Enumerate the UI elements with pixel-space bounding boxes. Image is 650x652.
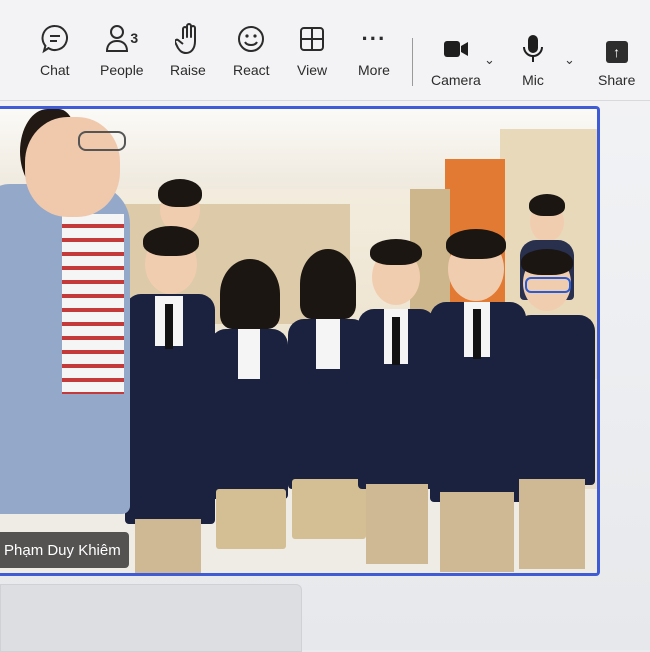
microphone-icon <box>522 32 544 66</box>
view-button[interactable]: View <box>297 22 327 78</box>
camera-options-chevron-icon[interactable]: ⌄ <box>484 52 495 68</box>
people-label: People <box>100 62 144 78</box>
camera-button[interactable]: Camera <box>431 32 481 88</box>
people-button[interactable]: 3 People <box>100 22 144 78</box>
toolbar-divider <box>412 38 413 86</box>
more-label: More <box>358 62 390 78</box>
participant-video-tile[interactable] <box>0 106 600 576</box>
share-label: Share <box>598 72 636 88</box>
meeting-toolbar: Chat 3 People Raise React View ··· More … <box>0 0 650 101</box>
meeting-window: Chat 3 People Raise React View ··· More … <box>0 0 650 652</box>
more-button[interactable]: ··· More <box>358 22 390 78</box>
mic-button[interactable]: Mic <box>522 32 544 88</box>
react-button[interactable]: React <box>233 22 270 78</box>
view-label: View <box>297 62 328 78</box>
raise-label: Raise <box>170 62 206 78</box>
chat-bubble-icon <box>41 22 69 56</box>
camera-label: Camera <box>431 72 481 88</box>
mic-label: Mic <box>522 72 544 88</box>
people-count-badge: 3 <box>130 30 139 46</box>
chat-label: Chat <box>40 62 70 78</box>
raise-hand-button[interactable]: Raise <box>170 22 206 78</box>
people-icon <box>105 23 129 56</box>
ellipsis-icon: ··· <box>361 26 387 51</box>
camera-icon <box>443 32 469 66</box>
secondary-panel <box>0 584 302 652</box>
participant-name-tag: Phạm Duy Khiêm <box>0 532 129 568</box>
mic-options-chevron-icon[interactable]: ⌄ <box>564 52 575 68</box>
smiley-icon <box>237 22 265 56</box>
react-label: React <box>233 62 270 78</box>
share-arrow-icon: ↑ <box>605 41 628 63</box>
share-button[interactable]: ↑ Share <box>598 38 635 88</box>
chat-button[interactable]: Chat <box>40 22 70 78</box>
hand-icon <box>174 22 201 56</box>
grid-icon <box>299 22 325 56</box>
participant-name: Phạm Duy Khiêm <box>4 541 121 559</box>
